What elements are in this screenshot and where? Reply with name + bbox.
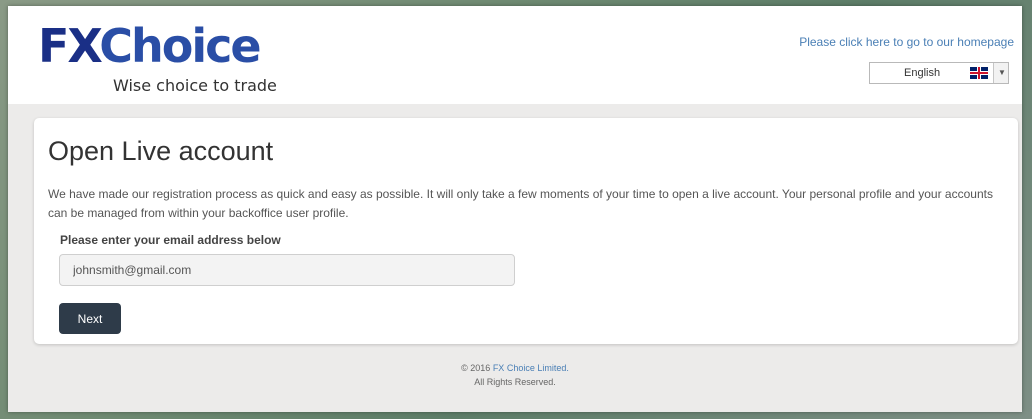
homepage-link[interactable]: Please click here to go to our homepage: [799, 35, 1014, 49]
chevron-down-icon: ▼: [998, 68, 1006, 77]
email-field[interactable]: [59, 254, 515, 286]
logo-wordmark: FXChoice: [38, 18, 262, 74]
page-footer: © 2016 FX Choice Limited. All Rights Res…: [8, 361, 1022, 389]
logo-fx: FX: [38, 19, 101, 73]
registration-card: Open Live account We have made our regis…: [34, 118, 1018, 344]
email-label: Please enter your email address below: [60, 233, 281, 247]
site-header: FXChoice Wise choice to trade Please cli…: [8, 6, 1022, 104]
fxchoice-logo[interactable]: FXChoice Wise choice to trade: [38, 18, 298, 98]
registration-description: We have made our registration process as…: [48, 187, 993, 220]
uk-flag-icon: [970, 67, 988, 79]
company-link[interactable]: FX Choice Limited.: [493, 363, 569, 373]
logo-choice: Choice: [99, 19, 261, 73]
logo-tagline: Wise choice to trade: [113, 76, 277, 95]
language-selected-value: English: [904, 67, 941, 79]
language-select[interactable]: English ▼: [869, 62, 1009, 84]
page-frame: FXChoice Wise choice to trade Please cli…: [8, 6, 1022, 412]
copyright-line: © 2016 FX Choice Limited.: [8, 361, 1022, 375]
language-dropdown-button[interactable]: ▼: [993, 63, 1008, 83]
page-title: Open Live account: [48, 136, 274, 166]
copyright-prefix: © 2016: [461, 363, 491, 373]
rights-text: All Rights Reserved.: [474, 377, 556, 387]
next-button[interactable]: Next: [59, 303, 121, 334]
